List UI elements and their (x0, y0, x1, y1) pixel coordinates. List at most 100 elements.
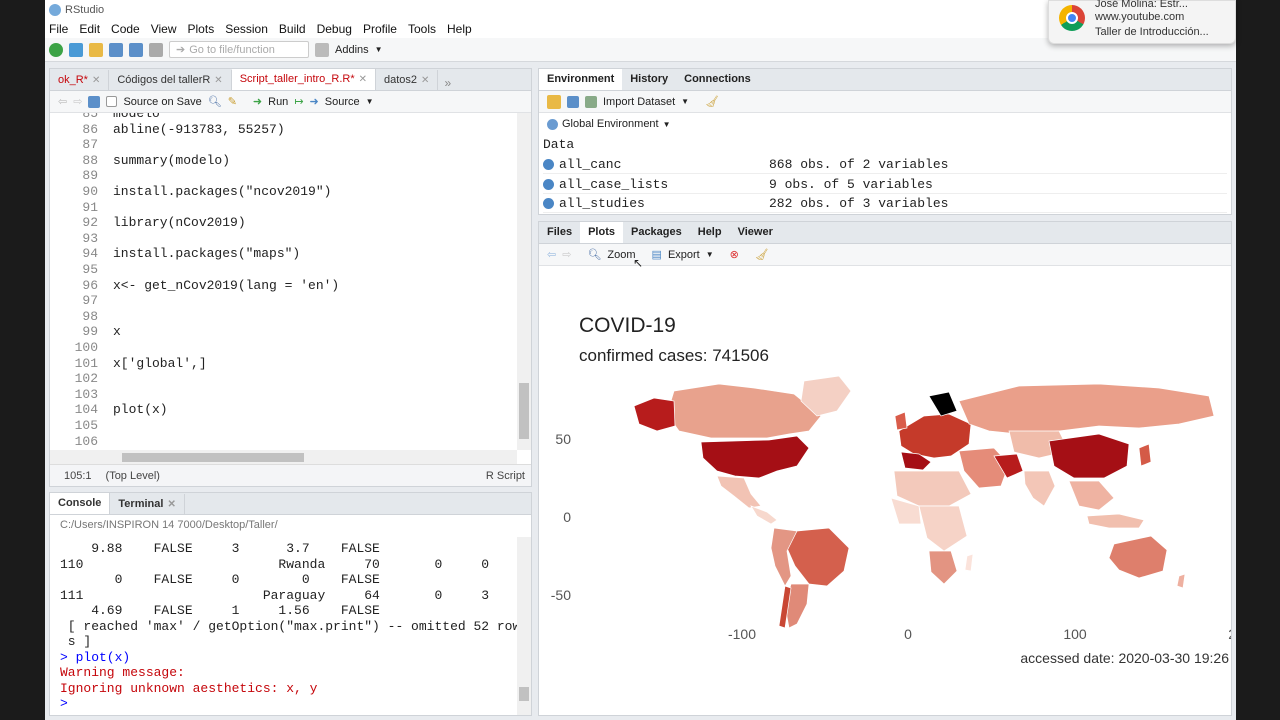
code-line[interactable]: library(nCov2019) (113, 215, 246, 230)
source-on-save-checkbox[interactable] (106, 96, 118, 107)
close-icon[interactable]: ✕ (421, 75, 429, 86)
expand-icon[interactable] (543, 158, 554, 170)
tab-script-taller[interactable]: Script_taller_intro_R.R* ✕ (231, 69, 377, 90)
chevron-down-icon: ▼ (365, 97, 374, 106)
tab-viewer[interactable]: Viewer (730, 222, 781, 243)
new-file-icon[interactable] (49, 42, 63, 57)
tab-terminal[interactable]: Terminal ✕ (110, 494, 185, 514)
env-tabs: Environment History Connections (539, 69, 1231, 91)
code-line[interactable]: abline(-913783, 55257) (113, 122, 285, 137)
editor-vscrollbar[interactable] (517, 113, 531, 450)
expand-icon[interactable] (543, 178, 554, 190)
back-icon[interactable]: ⇦ (58, 95, 67, 108)
tab-ok-r[interactable]: ok_R* ✕ (50, 70, 110, 90)
code-line[interactable]: summary(modelo) (113, 153, 230, 168)
line-number: 85 (82, 113, 98, 121)
code-line[interactable]: modelo (113, 113, 160, 121)
code-line[interactable]: plot(x) (113, 402, 168, 417)
scope-selector[interactable]: (Top Level) (106, 470, 160, 482)
line-number: 94 (82, 246, 98, 262)
x-tick-label: 2 (1228, 626, 1232, 642)
broom-icon[interactable]: 🧹︎ (755, 248, 769, 261)
menu-plots[interactable]: Plots (184, 22, 222, 36)
tab-environment[interactable]: Environment (539, 69, 623, 90)
scroll-thumb[interactable] (519, 383, 529, 439)
global-environment-selector[interactable]: Global Environment (562, 118, 659, 130)
tab-console[interactable]: Console (50, 493, 111, 514)
console-vscrollbar[interactable] (517, 537, 531, 715)
close-icon[interactable]: ✕ (359, 74, 367, 85)
more-tabs-icon[interactable]: » (438, 76, 457, 90)
print-icon[interactable] (149, 42, 163, 57)
code-line[interactable]: x['global',] (113, 356, 207, 371)
chrome-notification[interactable]: José Molina: Estr... www.youtube.com Tal… (1048, 0, 1236, 44)
grid-layout-icon[interactable] (315, 42, 329, 57)
save-all-icon[interactable] (129, 42, 143, 57)
menu-view[interactable]: View (147, 22, 184, 36)
chart-caption: accessed date: 2020-03-30 19:26 (1020, 650, 1229, 666)
addins-menu[interactable]: Addins (335, 44, 369, 56)
rerun-icon[interactable]: ↦ (294, 95, 303, 108)
file-type-selector[interactable]: R Script (486, 470, 525, 482)
tab-files[interactable]: Files (539, 222, 580, 243)
import-dataset-button[interactable]: Import Dataset (603, 96, 675, 108)
code-line[interactable]: install.packages("maps") (113, 246, 300, 261)
editor-tabs: ok_R* ✕ Códigos del tallerR ✕ Script_talle… (50, 69, 531, 91)
console-output[interactable]: 9.88 FALSE 3 3.7 FALSE 110 Rwanda 70 0 0 … (60, 541, 520, 712)
cursor-position: 105:1 (64, 469, 92, 482)
code-line[interactable]: x (113, 324, 121, 339)
console-line: s ] (60, 634, 92, 649)
menu-profile[interactable]: Profile (359, 22, 404, 36)
expand-icon[interactable] (543, 197, 554, 209)
remove-plot-icon[interactable]: ⊗ (730, 248, 739, 261)
save-icon[interactable] (88, 95, 101, 108)
tab-datos2[interactable]: datos2 ✕ (376, 70, 439, 90)
editor-hscrollbar[interactable] (50, 450, 517, 464)
forward-icon[interactable]: ⇨ (73, 95, 82, 108)
env-row[interactable]: all_canc 868 obs. of 2 variables (543, 155, 1227, 174)
code-line[interactable]: install.packages("ncov2019") (113, 184, 331, 199)
goto-file-input[interactable]: ➔ Go to file/function (169, 41, 309, 58)
magic-wand-icon[interactable]: ✎ (228, 95, 237, 108)
tab-connections[interactable]: Connections (676, 69, 759, 90)
save-icon[interactable] (109, 42, 123, 57)
tab-packages[interactable]: Packages (623, 222, 690, 243)
menu-tools[interactable]: Tools (404, 22, 443, 36)
forward-icon[interactable]: ⇨ (562, 248, 571, 261)
export-icon: ▤ (651, 249, 662, 261)
menu-help[interactable]: Help (443, 22, 479, 36)
back-icon[interactable]: ⇦ (547, 248, 556, 261)
line-number: 93 (82, 230, 98, 246)
export-button[interactable]: Export (668, 249, 700, 261)
scroll-thumb[interactable] (519, 687, 529, 701)
close-icon[interactable]: ✕ (167, 499, 175, 510)
scroll-thumb[interactable] (122, 453, 304, 462)
menu-file[interactable]: File (45, 22, 75, 36)
tab-history[interactable]: History (622, 69, 676, 90)
code-area[interactable]: 85 modelo 86 abline(-913783, 55257) 87 88 summ… (50, 113, 517, 450)
menu-edit[interactable]: Edit (75, 22, 107, 36)
menu-debug[interactable]: Debug (313, 22, 359, 36)
load-workspace-icon[interactable] (547, 94, 561, 109)
search-icon[interactable]: 🔍︎ (208, 95, 222, 108)
menu-build[interactable]: Build (275, 22, 313, 36)
close-icon[interactable]: ✕ (92, 75, 100, 86)
code-line[interactable]: x<- get_nCov2019(lang = 'en') (113, 278, 339, 293)
env-row[interactable]: all_case_lists 9 obs. of 5 variables (543, 175, 1227, 194)
menu-code[interactable]: Code (107, 22, 147, 36)
close-icon[interactable]: ✕ (214, 75, 222, 86)
tab-codigos-taller[interactable]: Códigos del tallerR ✕ (109, 70, 232, 90)
save-workspace-icon[interactable] (567, 95, 579, 108)
env-row[interactable]: all_studies 282 obs. of 3 variables (543, 194, 1227, 213)
tab-help[interactable]: Help (690, 222, 730, 243)
open-file-icon[interactable] (89, 42, 103, 57)
menu-session[interactable]: Session (221, 22, 275, 36)
broom-icon[interactable]: 🧹︎ (705, 95, 719, 108)
run-button[interactable]: Run (268, 96, 288, 108)
source-button[interactable]: Source (325, 96, 360, 108)
line-number: 90 (82, 184, 98, 199)
zoom-button[interactable]: Zoom (607, 249, 635, 261)
new-project-icon[interactable] (69, 42, 83, 57)
tab-plots[interactable]: Plots (580, 222, 623, 243)
chart-subtitle: confirmed cases: 741506 (579, 346, 769, 365)
